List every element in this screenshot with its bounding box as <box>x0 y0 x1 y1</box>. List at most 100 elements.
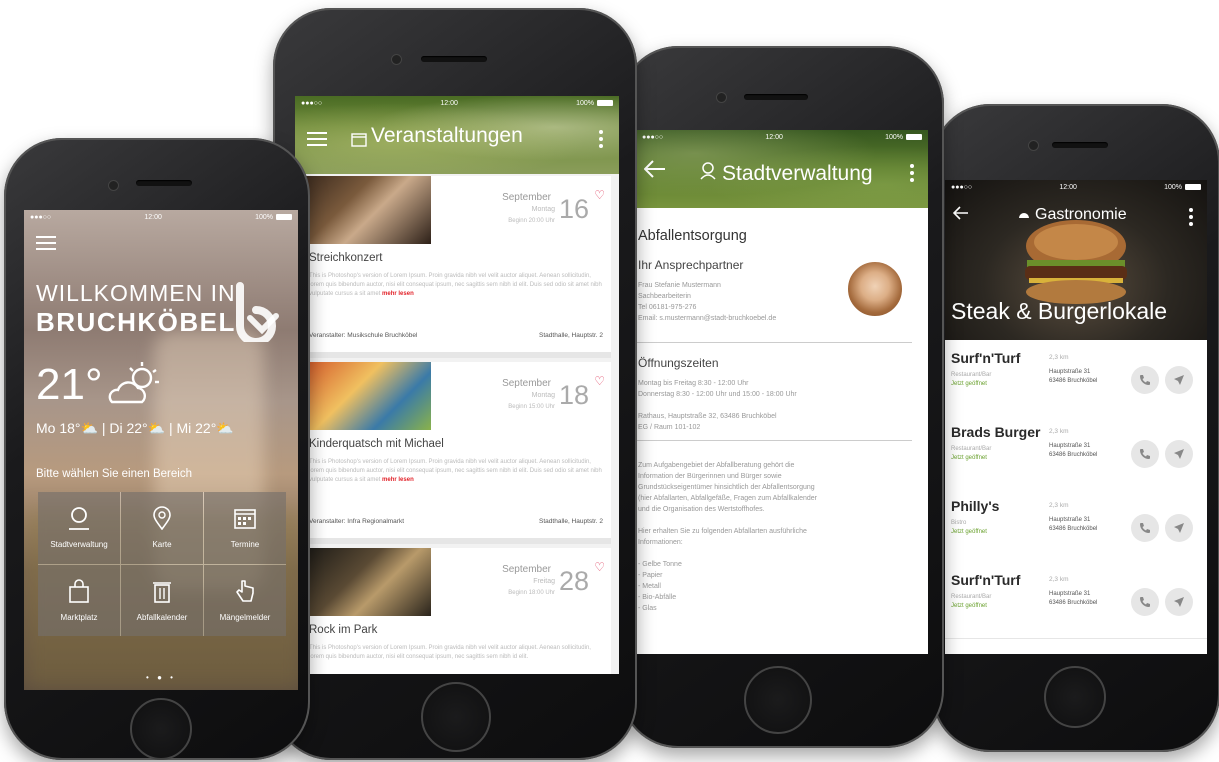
tile-karte[interactable]: Karte <box>121 492 203 564</box>
event-title: Streichkonzert <box>309 252 383 264</box>
event-weekday: Montag <box>531 206 555 213</box>
restaurant-row[interactable]: Brads Burger Restaurant/Bar Jetzt geöffnet… <box>945 416 1207 491</box>
phone-veranstaltungen: ●●●○○ 12:00 100% Veranstaltungen Septemb… <box>273 8 637 760</box>
screen-home: ●●●○○ 12:00 100% WILLKOMMEN IN BRUCHKÖBE… <box>24 210 298 690</box>
event-time: Beginn 20:00 Uhr <box>508 218 555 224</box>
status-bar: ●●●○○ 12:00 100% <box>945 180 1207 194</box>
restaurant-name: Surf'n'Turf <box>951 572 1021 588</box>
phone-icon <box>1140 523 1150 533</box>
back-arrow-icon[interactable] <box>644 160 666 178</box>
event-photo <box>305 362 431 430</box>
cloche-icon <box>1018 213 1030 218</box>
event-card[interactable]: September Montag Beginn 20:00 Uhr 16 ♡ Streic… <box>305 176 611 358</box>
more-menu-icon[interactable] <box>910 164 914 185</box>
navigate-button[interactable] <box>1165 588 1193 616</box>
navigate-button[interactable] <box>1165 366 1193 394</box>
event-footer: Veranstalter: Infra Regionalmarkt Stadtha… <box>309 518 603 525</box>
more-menu-icon[interactable] <box>1189 208 1193 229</box>
event-location: Stadthalle, Hauptstr. 2 <box>539 518 603 525</box>
pointing-hand-icon <box>236 579 254 602</box>
person-icon <box>69 507 89 531</box>
restaurant-address: Hauptstraße 31 63486 Bruchköbel <box>1049 443 1098 458</box>
carrier-signal: ●●●○○ <box>30 213 52 221</box>
event-month: September <box>502 564 551 575</box>
event-card[interactable]: September Montag Beginn 15:00 Uhr 18 ♡ Kinder… <box>305 362 611 544</box>
restaurant-row[interactable]: Surf'n'Turf Restaurant/Bar Jetzt geöffnet 2… <box>945 564 1207 639</box>
divider <box>636 440 912 441</box>
trash-icon <box>153 581 171 603</box>
event-title: Kinderquatsch mit Michael <box>309 438 444 450</box>
phone-gastronomie: ●●●○○ 12:00 100% Gastronomie Steak & Bur… <box>932 104 1219 752</box>
hours-heading: Öffnungszeiten <box>638 356 719 370</box>
status-bar: ●●●○○ 12:00 100% <box>295 96 619 110</box>
call-button[interactable] <box>1131 514 1159 542</box>
screen-stadtverwaltung: ●●●○○ 12:00 100% Stadtverwaltung Abfalle… <box>636 130 928 654</box>
restaurant-type: Restaurant/Bar <box>951 372 992 378</box>
navigate-button[interactable] <box>1165 440 1193 468</box>
home-button[interactable] <box>421 682 491 752</box>
phone-home: ●●●○○ 12:00 100% WILLKOMMEN IN BRUCHKÖBE… <box>4 138 310 760</box>
event-description: This is Photoshop's version of Lorem Ips… <box>309 459 602 483</box>
partly-sunny-icon <box>108 362 159 404</box>
heart-icon[interactable]: ♡ <box>594 188 605 202</box>
earpiece-speaker <box>421 56 487 62</box>
call-button[interactable] <box>1131 366 1159 394</box>
person-icon <box>700 162 716 180</box>
restaurant-name: Surf'n'Turf <box>951 350 1021 366</box>
menu-icon[interactable] <box>307 132 327 146</box>
clock: 12:00 <box>1059 183 1077 191</box>
location-pin-icon <box>153 506 171 531</box>
open-status: Jetzt geöffnet <box>951 603 987 609</box>
temperature: 21° <box>36 360 103 409</box>
home-button[interactable] <box>744 666 812 734</box>
info-text: Zum Aufgabengebiet der Abfallberatung ge… <box>638 462 817 612</box>
restaurant-row[interactable]: Philly's Bistro Jetzt geöffnet 2,3 km Haupts… <box>945 490 1207 565</box>
front-camera <box>391 54 402 65</box>
burger-photo <box>1025 220 1127 304</box>
clock: 12:00 <box>765 133 783 141</box>
home-button[interactable] <box>130 698 192 760</box>
contact-details: Frau Stefanie Mustermann Sachbearbeiterin… <box>638 282 777 322</box>
heart-icon[interactable]: ♡ <box>594 560 605 574</box>
carrier-signal: ●●●○○ <box>301 99 323 107</box>
battery-indicator: 100% <box>1164 184 1201 191</box>
event-footer: Veranstalter: Musikschule Bruchköbel Stad… <box>309 332 603 339</box>
heart-icon[interactable]: ♡ <box>594 374 605 388</box>
event-date-number: 28 <box>558 566 589 596</box>
page-indicator[interactable]: • ● • <box>24 673 298 682</box>
more-menu-icon[interactable] <box>599 130 603 151</box>
event-description: This is Photoshop's version of Lorem Ips… <box>309 645 591 660</box>
open-status: Jetzt geöffnet <box>951 455 987 461</box>
home-button[interactable] <box>1044 666 1106 728</box>
call-button[interactable] <box>1131 440 1159 468</box>
tile-termine[interactable]: Termine <box>204 492 286 564</box>
read-more-link[interactable]: mehr lesen <box>382 291 414 297</box>
opening-hours: Montag bis Freitag 8:30 - 12:00 Uhr Donne… <box>638 380 797 431</box>
call-button[interactable] <box>1131 588 1159 616</box>
menu-icon[interactable] <box>36 236 56 250</box>
back-arrow-icon[interactable] <box>953 206 969 220</box>
page-title: Veranstaltungen <box>371 124 523 147</box>
tile-abfallkalender[interactable]: Abfallkalender <box>121 564 203 636</box>
bruchkoebel-logo <box>236 282 279 342</box>
tile-maengelmelder[interactable]: Mängelmelder <box>204 564 286 636</box>
page-title: Stadtverwaltung <box>722 162 873 185</box>
phone-stadtverwaltung: ●●●○○ 12:00 100% Stadtverwaltung Abfalle… <box>620 46 944 748</box>
navigation-arrow-icon <box>1174 449 1184 459</box>
phone-icon <box>1140 449 1150 459</box>
event-time: Beginn 15:00 Uhr <box>508 404 555 410</box>
restaurant-row[interactable]: Surf'n'Turf Restaurant/Bar Jetzt geöffnet 2… <box>945 342 1207 417</box>
event-card[interactable]: September Freitag Beginn 18:00 Uhr 28 ♡ Rock … <box>305 548 611 674</box>
section-prompt: Bitte wählen Sie einen Bereich <box>36 468 192 480</box>
battery-indicator: 100% <box>885 134 922 141</box>
navigate-button[interactable] <box>1165 514 1193 542</box>
tile-stadtverwaltung[interactable]: Stadtverwaltung <box>38 492 120 564</box>
read-more-link[interactable]: mehr lesen <box>382 477 414 483</box>
front-camera <box>716 92 727 103</box>
restaurant-distance: 2,3 km <box>1049 502 1069 509</box>
category-banner: Steak & Burgerlokale <box>951 298 1168 324</box>
restaurant-distance: 2,3 km <box>1049 428 1069 435</box>
status-bar: ●●●○○ 12:00 100% <box>24 210 298 224</box>
tile-marktplatz[interactable]: Marktplatz <box>38 564 120 636</box>
event-date-number: 16 <box>558 194 589 224</box>
